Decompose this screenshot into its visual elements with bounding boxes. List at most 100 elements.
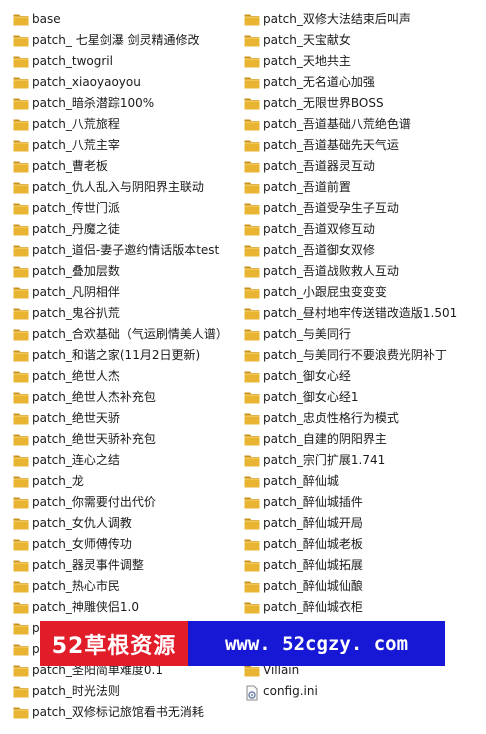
file-list-item[interactable]: patch_曹老板 [13, 156, 228, 177]
folder-icon [244, 223, 260, 236]
file-list-item[interactable]: patch_女仇人调教 [13, 513, 228, 534]
file-list-item[interactable]: base [13, 9, 228, 30]
file-name: patch_与美同行 [263, 327, 351, 341]
file-list-item[interactable]: patch_绝世人杰补充包 [13, 387, 228, 408]
file-list-item[interactable]: patch_双修大法结束后叫声 [244, 9, 457, 30]
file-name: patch_绝世人杰 [32, 369, 120, 383]
file-list-item[interactable]: patch_天宝献女 [244, 30, 457, 51]
file-name: patch_御女心经1 [263, 390, 359, 404]
file-list-item[interactable]: patch_醉仙城插件 [244, 492, 457, 513]
file-list-item[interactable]: patch_吾道受孕生子互动 [244, 198, 457, 219]
file-list-item[interactable]: patch_仇人乱入与阴阳界主联动 [13, 177, 228, 198]
folder-icon [13, 76, 29, 89]
file-name: patch_道侣-妻子邀约情话版本test [32, 243, 220, 257]
file-list-item[interactable]: patch_绝世天骄 [13, 408, 228, 429]
file-list-item[interactable]: patch_醉仙城 [244, 471, 457, 492]
config-file-icon [244, 685, 260, 701]
file-list-item[interactable]: patch_连心之结 [13, 450, 228, 471]
file-list-item[interactable]: patch_宗门扩展1.741 [244, 450, 457, 471]
folder-icon [13, 580, 29, 593]
file-name: patch_忠贞性格行为模式 [263, 411, 399, 425]
file-list-item[interactable]: patch_双修标记旅馆看书无消耗 [13, 702, 228, 723]
file-list-item[interactable]: patch_xiaoyaoyou [13, 72, 228, 93]
file-name: patch_twogril [32, 54, 113, 68]
folder-icon [244, 391, 260, 404]
file-list-item[interactable]: patch_八荒主宰 [13, 135, 228, 156]
file-list-item[interactable]: patch_暗杀潜踪100% [13, 93, 228, 114]
file-name: patch_小跟屁虫变变变 [263, 285, 387, 299]
folder-icon [13, 349, 29, 362]
file-list-item[interactable]: patch_叠加层数 [13, 261, 228, 282]
folder-icon [244, 97, 260, 110]
file-list-item[interactable]: patch_八荒旅程 [13, 114, 228, 135]
file-name: patch_与美同行不要浪费光阴补丁 [263, 348, 447, 362]
file-list-item[interactable]: patch_忠贞性格行为模式 [244, 408, 457, 429]
folder-icon [244, 517, 260, 530]
folder-icon [244, 139, 260, 152]
file-name: patch_昼村地牢传送错改造版1.501 [263, 306, 458, 320]
file-list-item[interactable]: patch_醉仙城老板 [244, 534, 457, 555]
file-list-item[interactable]: patch_吾道前置 [244, 177, 457, 198]
folder-icon [244, 328, 260, 341]
file-name: patch_器灵事件调整 [32, 558, 144, 572]
file-list-item[interactable]: patch_与美同行不要浪费光阴补丁 [244, 345, 457, 366]
file-list-item[interactable]: patch_醉仙城仙酿 [244, 576, 457, 597]
file-list-item[interactable]: patch_神雕侠侣1.0 [13, 597, 228, 618]
folder-icon [13, 265, 29, 278]
file-name: patch_热心市民 [32, 579, 120, 593]
file-list-item[interactable]: patch_吾道器灵互动 [244, 156, 457, 177]
watermark-url: www. 52cgzy. com [188, 621, 445, 666]
file-list-item[interactable]: patch_自建的阴阳界主 [244, 429, 457, 450]
file-list-item[interactable]: patch_twogril [13, 51, 228, 72]
file-list-item[interactable]: patch_醉仙城开局 [244, 513, 457, 534]
folder-icon [244, 202, 260, 215]
file-list-item[interactable]: patch_御女心经1 [244, 387, 457, 408]
file-list-item[interactable]: patch_醉仙城拓展 [244, 555, 457, 576]
file-list-item[interactable]: patch_绝世天骄补充包 [13, 429, 228, 450]
file-list-item[interactable]: patch_吾道战败救人互动 [244, 261, 457, 282]
file-list-item[interactable]: patch_凡阴相伴 [13, 282, 228, 303]
folder-icon [13, 391, 29, 404]
file-name: patch_醉仙城拓展 [263, 558, 363, 572]
file-list-item[interactable]: patch_无限世界BOSS [244, 93, 457, 114]
file-list-item[interactable]: config.ini [244, 681, 457, 702]
file-list-item[interactable]: patch_你需要付出代价 [13, 492, 228, 513]
file-list-item[interactable]: patch_合欢基础（气运刷情美人谱） [13, 324, 228, 345]
folder-icon [244, 559, 260, 572]
folder-icon [13, 370, 29, 383]
file-list-item[interactable]: patch_小跟屁虫变变变 [244, 282, 457, 303]
file-list-item[interactable]: patch_吾道基础先天气运 [244, 135, 457, 156]
file-list-item[interactable]: patch_绝世人杰 [13, 366, 228, 387]
file-list-item[interactable]: patch_时光法则 [13, 681, 228, 702]
file-list-item[interactable]: patch_与美同行 [244, 324, 457, 345]
file-name: patch_吾道战败救人互动 [263, 264, 399, 278]
file-list-item[interactable]: patch_吾道御女双修 [244, 240, 457, 261]
file-list-item[interactable]: patch_和谐之家(11月2日更新) [13, 345, 228, 366]
file-list-item[interactable]: patch_丹魔之徒 [13, 219, 228, 240]
file-list-item[interactable]: patch_鬼谷扒荒 [13, 303, 228, 324]
file-list-item[interactable]: patch_无名道心加强 [244, 72, 457, 93]
file-name: patch_绝世天骄 [32, 411, 120, 425]
folder-icon [244, 433, 260, 446]
file-name: patch_吾道基础八荒绝色谱 [263, 117, 411, 131]
file-list-item[interactable]: patch_天地共主 [244, 51, 457, 72]
file-list-item[interactable]: patch_吾道基础八荒绝色谱 [244, 114, 457, 135]
file-list-item[interactable]: patch_道侣-妻子邀约情话版本test [13, 240, 228, 261]
file-name: patch_合欢基础（气运刷情美人谱） [32, 327, 228, 341]
file-list-item[interactable]: patch_器灵事件调整 [13, 555, 228, 576]
file-list-item[interactable]: patch_昼村地牢传送错改造版1.501 [244, 303, 457, 324]
folder-icon [244, 34, 260, 47]
file-name: patch_丹魔之徒 [32, 222, 120, 236]
file-list-item[interactable]: patch_龙 [13, 471, 228, 492]
file-list-item[interactable]: patch_女师傅传功 [13, 534, 228, 555]
file-list-item[interactable]: patch_醉仙城衣柜 [244, 597, 457, 618]
file-list-item[interactable]: patch_吾道双修互动 [244, 219, 457, 240]
file-name: patch_醉仙城插件 [263, 495, 363, 509]
file-list-item[interactable]: patch_热心市民 [13, 576, 228, 597]
file-list-item[interactable]: patch_传世门派 [13, 198, 228, 219]
file-name: patch_仇人乱入与阴阳界主联动 [32, 180, 204, 194]
file-list-item[interactable]: patch_御女心经 [244, 366, 457, 387]
file-name: p [32, 642, 40, 656]
folder-icon [244, 265, 260, 278]
file-list-item[interactable]: patch_ 七星剑瀑 剑灵精通修改 [13, 30, 228, 51]
